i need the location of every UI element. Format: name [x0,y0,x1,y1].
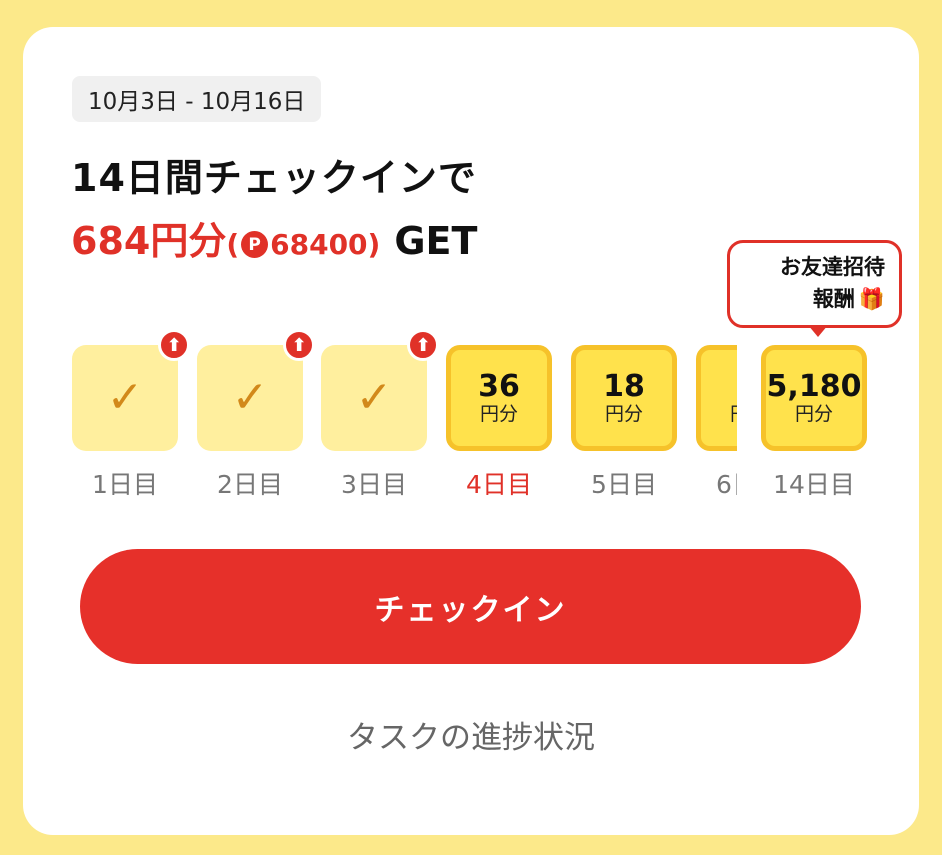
day-tile: ✓ [72,345,178,451]
task-progress-link[interactable]: タスクの進捗状況 [23,712,919,757]
check-icon: ✓ [106,372,144,423]
day-unit: 円分 [794,403,833,426]
arrow-up-icon: ⬆ [158,329,190,361]
day-item: ✓ ⬆ 3日目 [321,329,439,501]
arrow-up-icon: ⬆ [283,329,315,361]
day-tile: 5,180 円分 [761,345,867,451]
day-tile: 36 円分 [446,345,552,451]
day-tile: ✓ [321,345,427,451]
day-label: 14日目 [773,470,855,499]
bubble-tail [808,325,828,337]
day-item-today: 36 円分 4日目 [446,345,552,501]
arrow-up-icon: ⬆ [407,329,439,361]
day-label: 1日目 [92,470,158,499]
day-points: 5,180 [766,369,862,405]
day-item: ✓ ⬆ 2日目 [197,329,315,501]
day-label: 3日目 [341,470,407,499]
day-unit: 円分 [604,403,643,426]
day-unit: 円分 [479,403,518,426]
day-label: 2日目 [217,470,283,499]
checkin-card: 10月3日 - 10月16日 14日間チェックインで 684円分 ( P 684… [23,27,919,835]
invite-reward-bubble: お友達招待 報酬 🎁 [727,240,902,328]
day-tile: 18 円分 [571,345,677,451]
check-icon: ✓ [231,372,269,423]
day-tile: ✓ [197,345,303,451]
day-label: 4日目 [466,470,532,499]
final-day-panel: 5,180 円分 14日目 [737,345,919,535]
check-icon: ✓ [355,372,393,423]
day-label: 5日目 [591,470,657,499]
day-points: 18 [603,369,645,405]
day-item: ✓ ⬆ 1日目 [72,329,190,501]
bubble-line2: 報酬 [812,287,855,311]
checkin-button[interactable]: チェックイン [80,549,861,664]
day-item-final: 5,180 円分 14日目 [761,345,867,501]
day-item: 18 円分 5日目 [571,345,677,501]
bubble-line1: お友達招待 [780,255,885,279]
bubble-line2-row: 報酬 🎁 [744,283,885,315]
gift-icon: 🎁 [858,287,885,311]
day-points: 36 [478,369,520,405]
